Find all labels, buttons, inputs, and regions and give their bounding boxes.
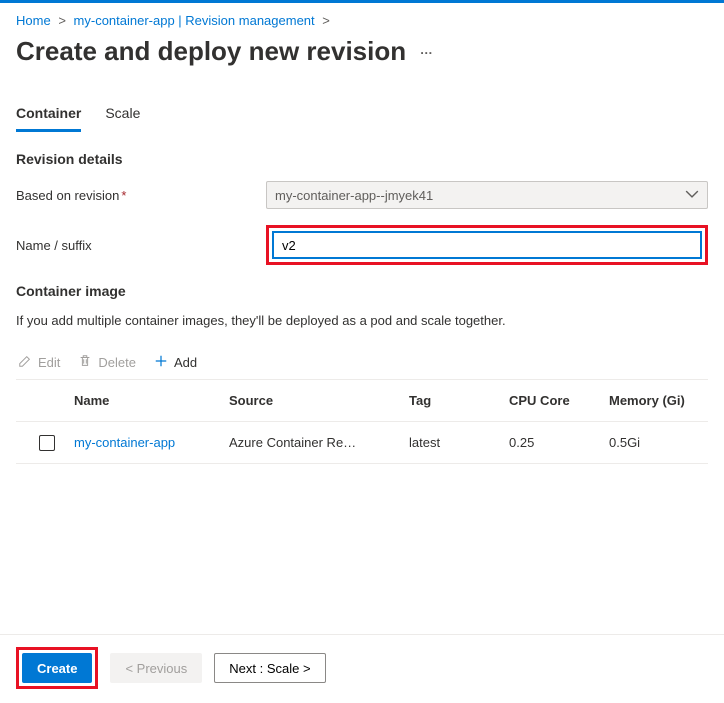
previous-button: < Previous bbox=[110, 653, 202, 683]
based-on-revision-label: Based on revision* bbox=[16, 188, 266, 203]
row-mem: 0.5Gi bbox=[609, 435, 704, 450]
container-table: Name Source Tag CPU Core Memory (Gi) my-… bbox=[16, 379, 708, 464]
footer-bar: Create < Previous Next : Scale > bbox=[0, 634, 724, 703]
revision-details-heading: Revision details bbox=[16, 151, 708, 167]
container-toolbar: Edit Delete Add bbox=[16, 346, 708, 379]
table-row[interactable]: my-container-app Azure Container Re… lat… bbox=[16, 422, 708, 464]
delete-button[interactable]: Delete bbox=[78, 354, 136, 371]
col-tag: Tag bbox=[409, 393, 509, 408]
edit-button[interactable]: Edit bbox=[18, 354, 60, 371]
create-highlight: Create bbox=[16, 647, 98, 689]
chevron-right-icon: > bbox=[58, 13, 66, 28]
col-source: Source bbox=[229, 393, 409, 408]
col-name: Name bbox=[74, 393, 229, 408]
tabs: Container Scale bbox=[16, 99, 708, 133]
more-actions-button[interactable]: … bbox=[420, 42, 434, 57]
based-on-revision-value: my-container-app--jmyek41 bbox=[275, 188, 433, 203]
name-suffix-label: Name / suffix bbox=[16, 238, 266, 253]
plus-icon bbox=[154, 354, 168, 371]
chevron-down-icon bbox=[685, 187, 699, 204]
next-button[interactable]: Next : Scale > bbox=[214, 653, 325, 683]
breadcrumb-app[interactable]: my-container-app | Revision management bbox=[74, 13, 315, 28]
breadcrumb-home[interactable]: Home bbox=[16, 13, 51, 28]
row-tag: latest bbox=[409, 435, 509, 450]
container-image-desc: If you add multiple container images, th… bbox=[16, 313, 708, 328]
row-checkbox[interactable] bbox=[39, 435, 55, 451]
name-suffix-highlight bbox=[266, 225, 708, 265]
col-mem: Memory (Gi) bbox=[609, 393, 704, 408]
create-button[interactable]: Create bbox=[22, 653, 92, 683]
col-cpu: CPU Core bbox=[509, 393, 609, 408]
name-suffix-input[interactable] bbox=[272, 231, 702, 259]
table-header-row: Name Source Tag CPU Core Memory (Gi) bbox=[16, 380, 708, 422]
breadcrumb: Home > my-container-app | Revision manag… bbox=[16, 13, 708, 28]
tab-scale[interactable]: Scale bbox=[105, 99, 140, 132]
chevron-right-icon: > bbox=[322, 13, 330, 28]
row-source: Azure Container Re… bbox=[229, 435, 409, 450]
container-image-heading: Container image bbox=[16, 283, 708, 299]
row-cpu: 0.25 bbox=[509, 435, 609, 450]
based-on-revision-dropdown[interactable]: my-container-app--jmyek41 bbox=[266, 181, 708, 209]
page-title: Create and deploy new revision bbox=[16, 36, 406, 67]
tab-container[interactable]: Container bbox=[16, 99, 81, 132]
trash-icon bbox=[78, 354, 92, 371]
row-name-link[interactable]: my-container-app bbox=[74, 435, 229, 450]
pencil-icon bbox=[18, 354, 32, 371]
add-button[interactable]: Add bbox=[154, 354, 197, 371]
